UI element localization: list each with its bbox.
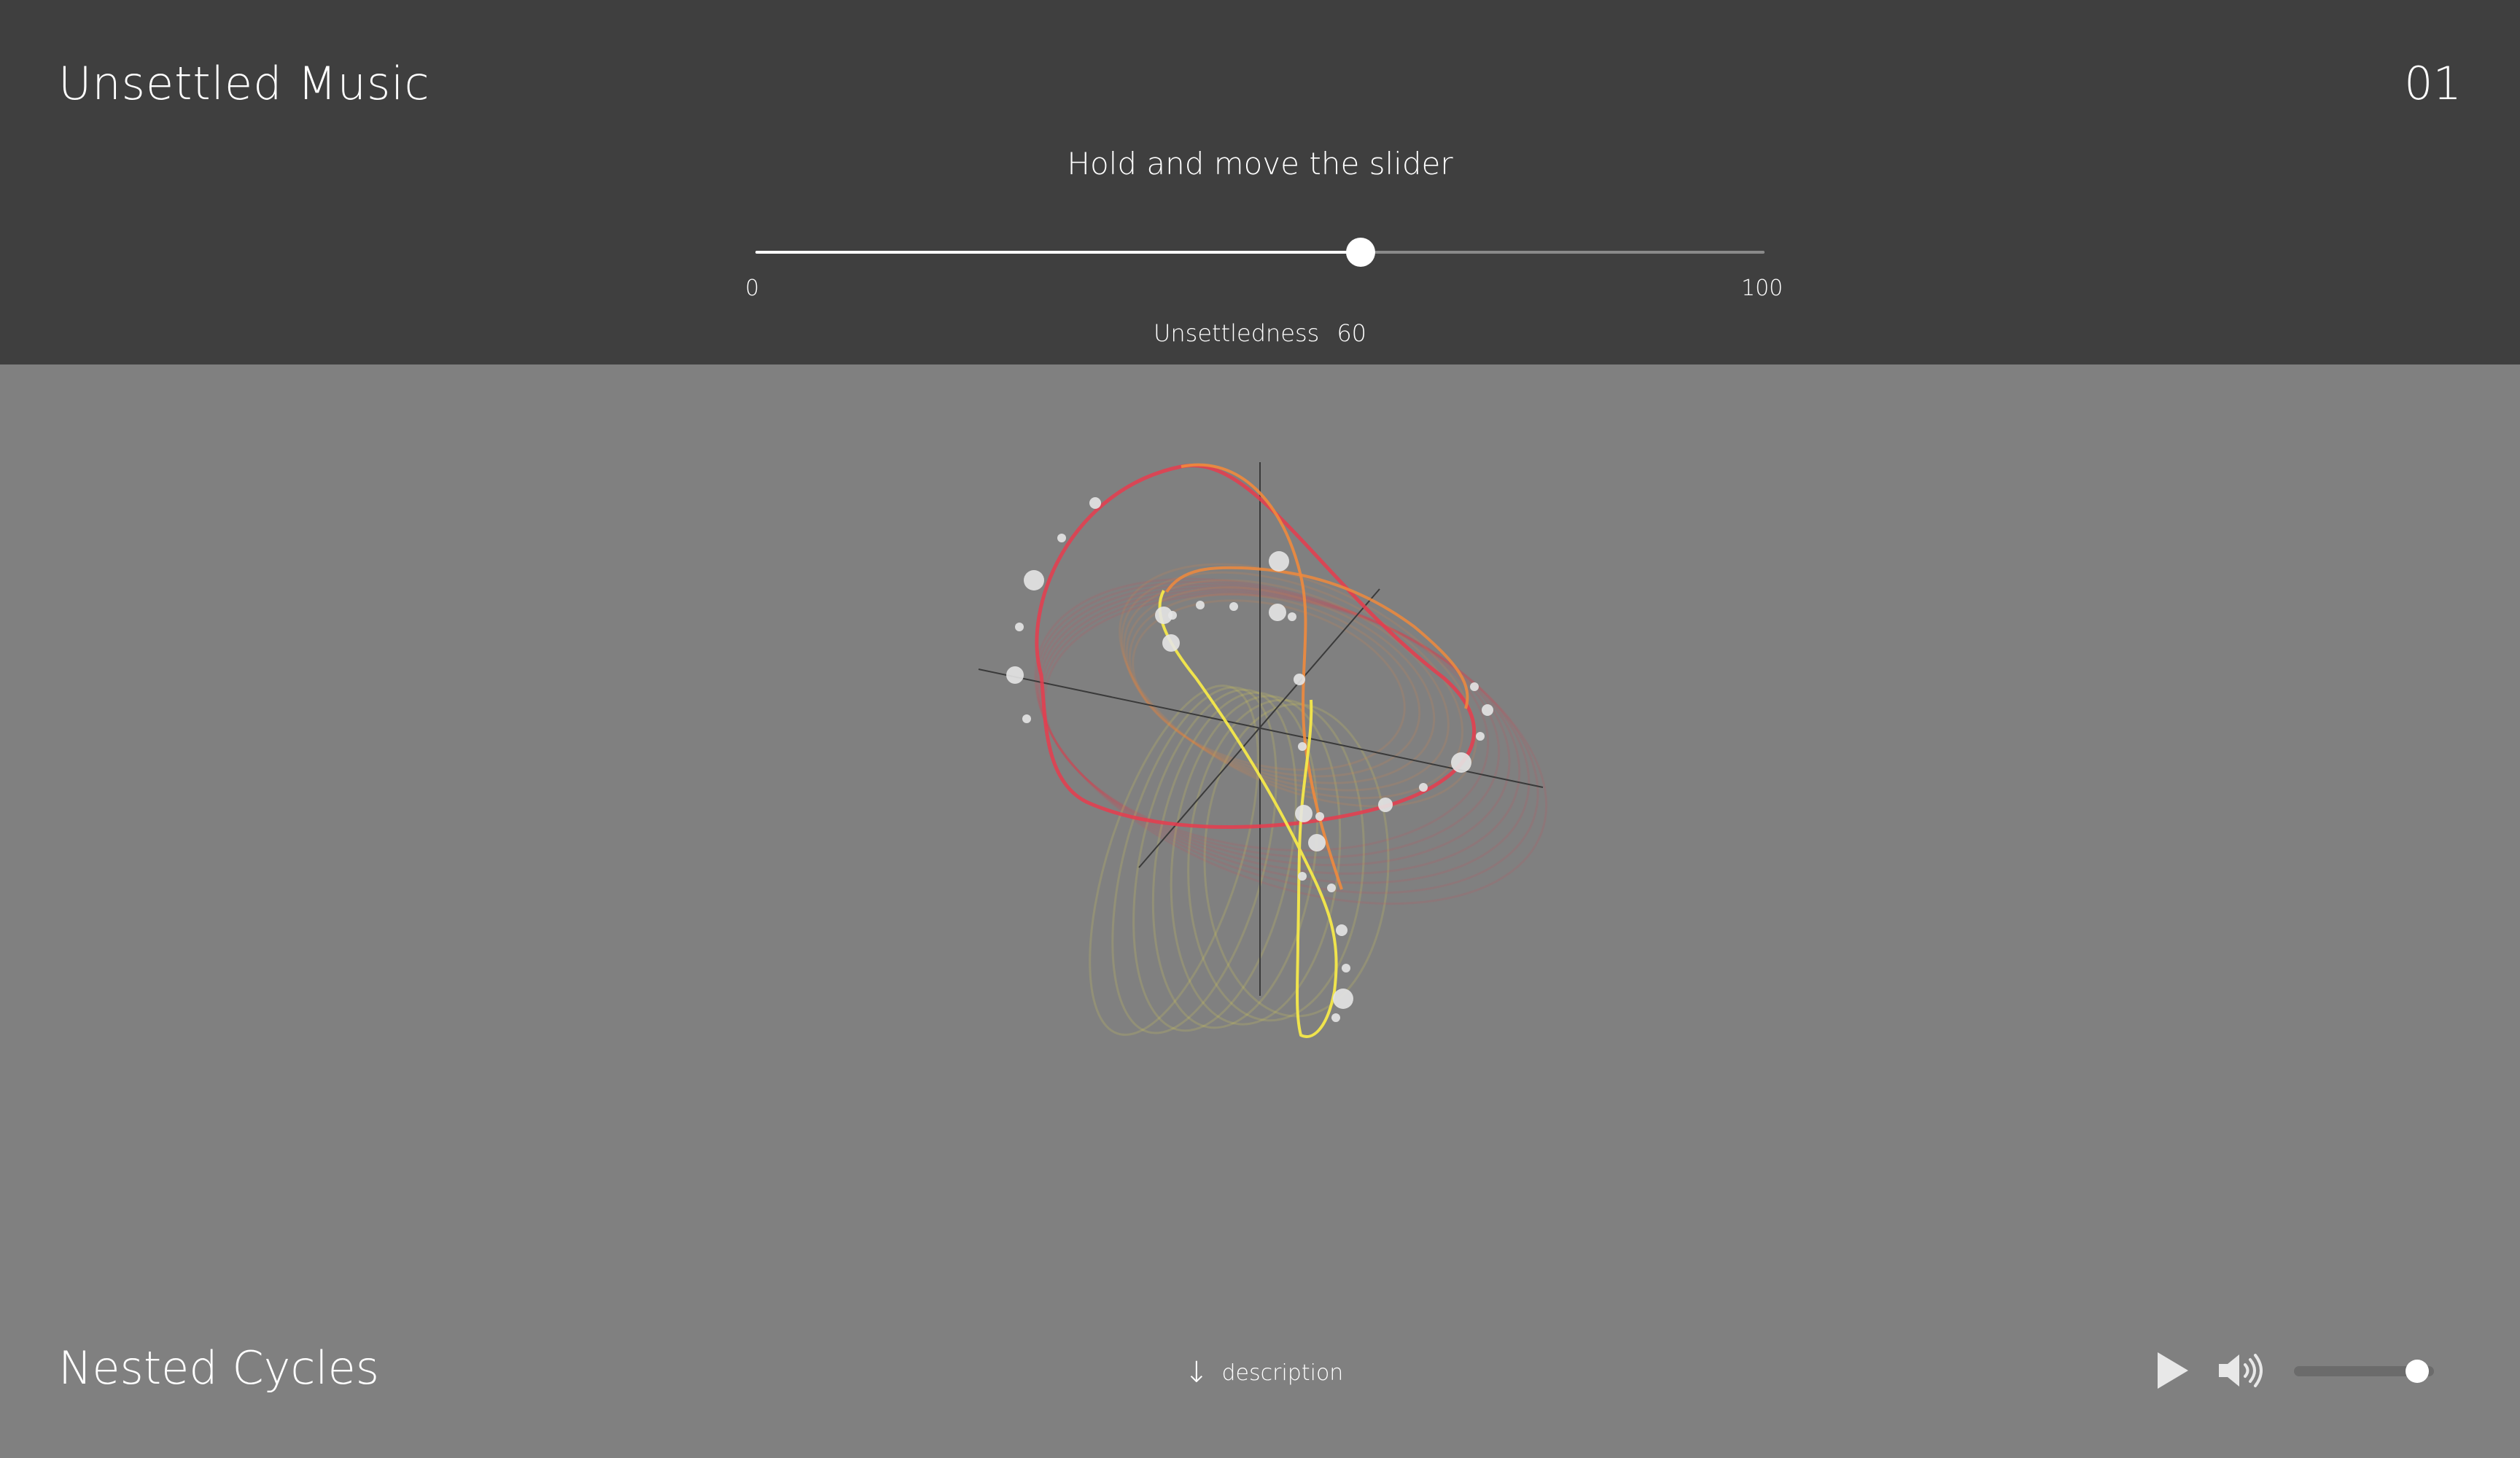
volume-icon	[2219, 1354, 2263, 1387]
cycle-node	[1229, 602, 1238, 611]
ghost-trails	[1034, 563, 1548, 1036]
cycle-node	[1269, 604, 1286, 621]
slider-instruction: Hold and move the slider	[1067, 146, 1453, 182]
cycle-node	[1269, 551, 1289, 572]
slider-fill	[755, 251, 1361, 254]
volume-handle[interactable]	[2405, 1360, 2429, 1383]
inner-ghost-loop	[1170, 695, 1342, 1026]
page-number: 01	[2404, 57, 2462, 110]
cycle-node	[1451, 752, 1471, 773]
cycle-node	[1331, 1013, 1340, 1022]
cycle-node	[1342, 964, 1350, 972]
cycle-node	[1308, 834, 1326, 851]
cycle-node	[1327, 884, 1336, 892]
arrow-down-icon: ↓	[1184, 1356, 1209, 1389]
cycle-node	[1057, 534, 1066, 542]
coordinate-axes	[978, 462, 1544, 996]
cycle-node	[1336, 924, 1348, 936]
cycle-node	[1015, 623, 1024, 631]
cycle-node	[1155, 607, 1172, 624]
cycle-node	[1315, 812, 1324, 821]
audio-player	[2152, 1347, 2434, 1394]
cycle-node	[1089, 497, 1101, 509]
slider-handle[interactable]	[1346, 238, 1376, 267]
piece-title: Nested Cycles	[58, 1341, 380, 1395]
play-button[interactable]	[2152, 1347, 2193, 1394]
unsettledness-slider[interactable]	[755, 229, 1765, 276]
description-link[interactable]: ↓ description	[1184, 1356, 1343, 1389]
orbit-canvas[interactable]	[948, 437, 1604, 1064]
nested-cycles-visualization[interactable]	[948, 437, 1604, 1064]
volume-slider[interactable]	[2294, 1347, 2434, 1394]
cycle-node	[1162, 634, 1180, 652]
cycle-node	[1419, 783, 1428, 792]
cycle-node	[1288, 612, 1296, 621]
cycle-node	[1333, 989, 1353, 1009]
slider-readout-label: Unsettledness	[1153, 319, 1320, 347]
header: Unsettled Music 01 Hold and move the sli…	[0, 0, 2520, 364]
app-title: Unsettled Music	[58, 57, 430, 110]
cycle-node	[1196, 601, 1205, 609]
cycle-node	[1482, 704, 1493, 716]
outer-ghost-ring	[1034, 577, 1548, 905]
cycle-node	[1024, 570, 1044, 590]
slider-max-label: 100	[1741, 276, 1784, 301]
cycle-node	[1294, 674, 1305, 685]
description-label: description	[1221, 1360, 1344, 1386]
cycle-node	[1295, 805, 1312, 822]
cycle-node	[1022, 714, 1031, 723]
cycle-node	[1470, 682, 1479, 691]
cycle-node	[1476, 732, 1485, 741]
slider-min-label: 0	[745, 276, 760, 301]
cycle-curves	[1035, 463, 1476, 1038]
slider-readout: Unsettledness 60	[0, 319, 2520, 347]
slider-readout-value: 60	[1337, 319, 1367, 347]
cycle-node	[1378, 798, 1393, 812]
cycle-node	[1298, 742, 1307, 751]
play-icon	[2158, 1352, 2188, 1389]
volume-button[interactable]	[2215, 1347, 2268, 1394]
inner-ghost-loop	[1089, 685, 1259, 1036]
cycle-node	[1298, 872, 1307, 881]
cycle-node	[1006, 666, 1024, 684]
